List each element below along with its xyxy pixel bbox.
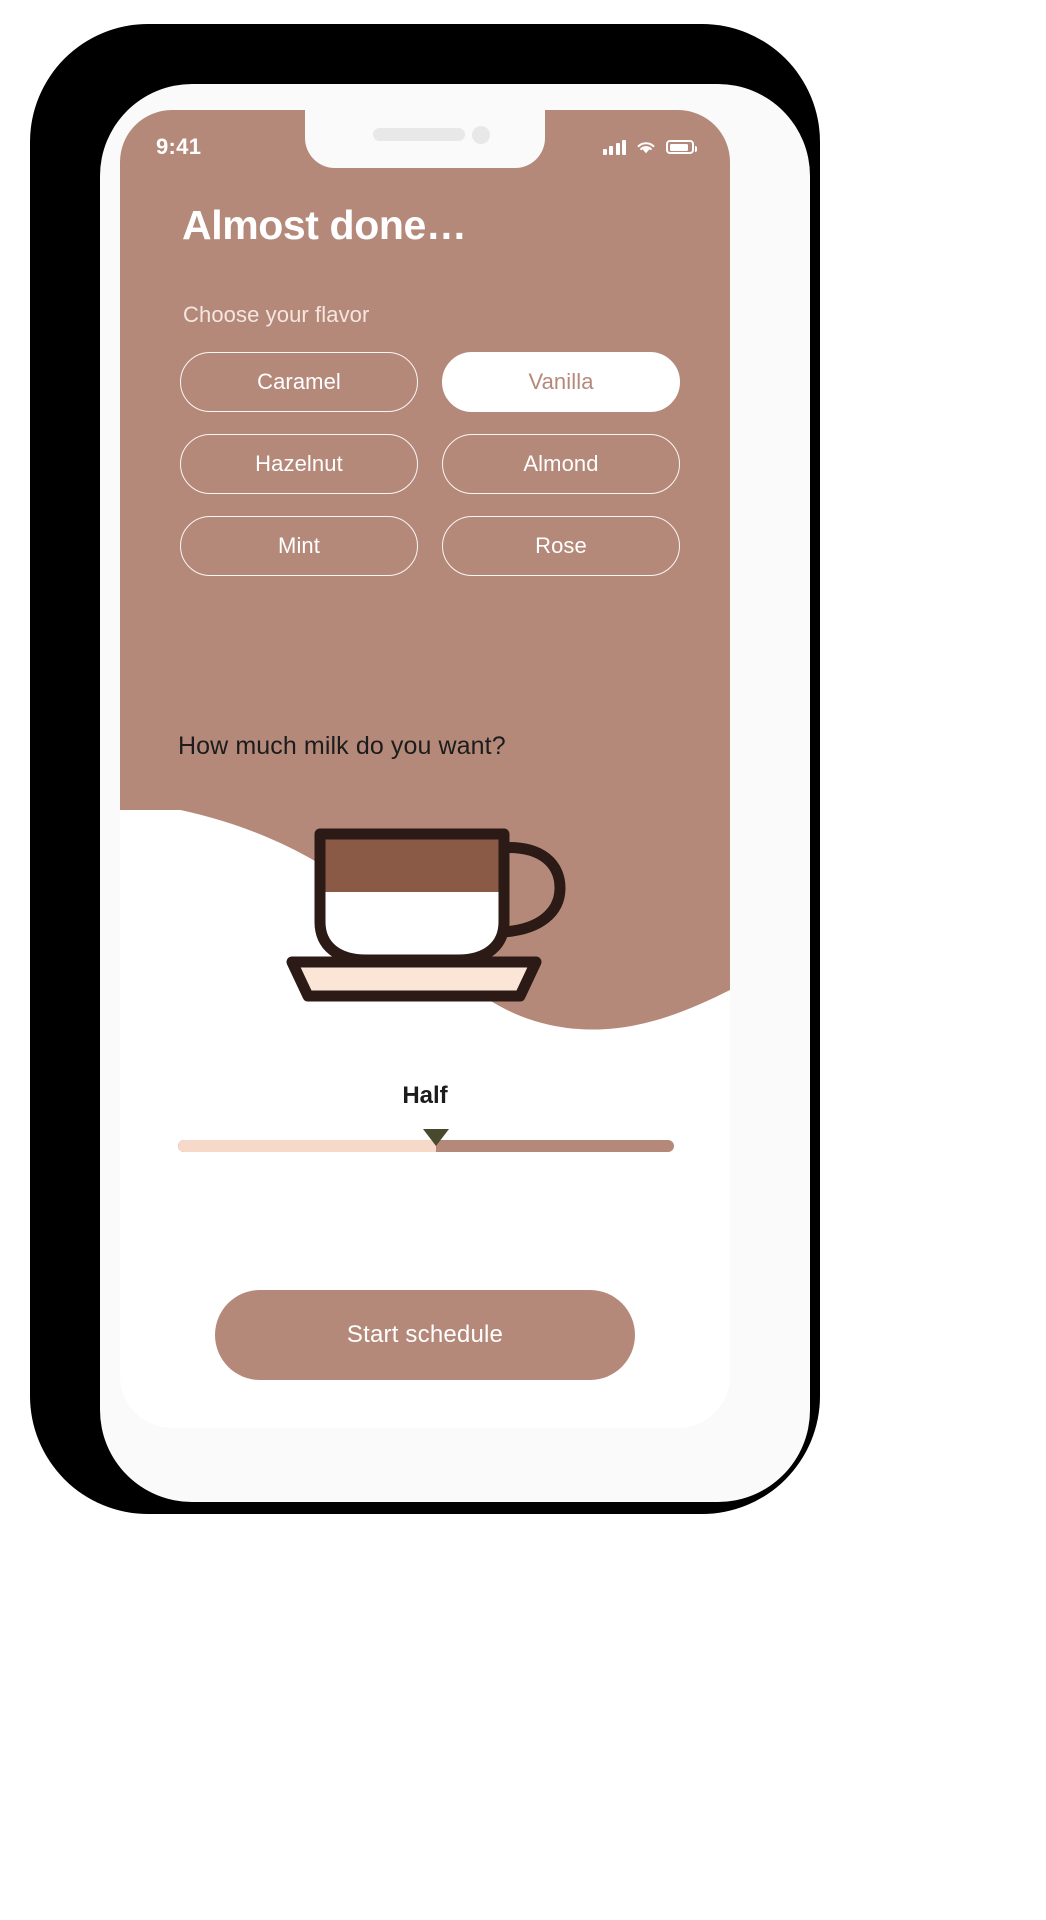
coffee-cup-illustration: [120, 800, 730, 1020]
status-clock: 9:41: [156, 134, 202, 159]
flavor-chip-mint[interactable]: Mint: [180, 516, 418, 576]
page-title: Almost done…: [182, 202, 467, 248]
earpiece-speaker: [373, 128, 465, 141]
battery-icon: [666, 140, 697, 154]
milk-amount-label: Half: [402, 1082, 448, 1109]
phone-screen: 9:41 Almost done… Choose your flavor Car…: [120, 110, 730, 1428]
flavor-chip-vanilla[interactable]: Vanilla: [442, 352, 680, 412]
slider-thumb[interactable]: [422, 1129, 449, 1146]
wifi-icon: [637, 142, 655, 154]
milk-slider[interactable]: [178, 1129, 674, 1152]
start-schedule-button[interactable]: Start schedule: [215, 1290, 635, 1380]
cellular-signal-icon: [602, 139, 626, 155]
flavor-chip-caramel[interactable]: Caramel: [180, 352, 418, 412]
coffee-cup-icon: [286, 828, 566, 1002]
status-icon-group: [602, 139, 697, 155]
front-camera-icon: [472, 126, 490, 144]
slider-track-filled: [178, 1140, 436, 1152]
milk-question-label: How much milk do you want?: [178, 732, 506, 760]
flavor-chip-hazelnut[interactable]: Hazelnut: [180, 434, 418, 494]
flavor-options-grid: Caramel Vanilla Hazelnut Almond Mint Ros…: [180, 352, 680, 576]
flavor-section-label: Choose your flavor: [183, 302, 370, 327]
flavor-chip-rose[interactable]: Rose: [442, 516, 680, 576]
flavor-chip-almond[interactable]: Almond: [442, 434, 680, 494]
